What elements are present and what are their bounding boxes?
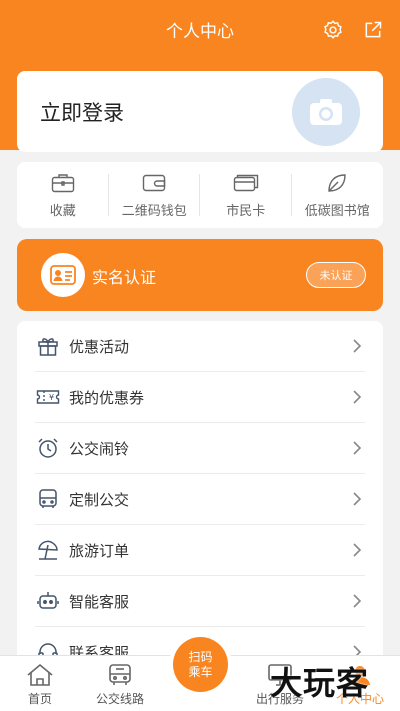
avatar[interactable] xyxy=(292,78,360,146)
tab-home[interactable]: 首页 xyxy=(0,656,80,711)
quick-actions: 收藏 二维码钱包 市民卡 低碳图书馆 xyxy=(17,162,383,228)
menu-list: 优惠活动 ¥ 我的优惠券 公交闹铃 定制公交 旅游订单 智能客服 联系客服 xyxy=(17,321,383,661)
leaf-icon xyxy=(324,172,350,194)
robot-icon xyxy=(35,588,61,614)
scan-to-ride-button[interactable]: 扫码 乘车 xyxy=(169,633,232,696)
gear-icon[interactable] xyxy=(319,16,347,44)
verification-status-button[interactable]: 未认证 xyxy=(306,262,366,288)
watermark: 大玩客 xyxy=(270,664,370,702)
card-icon xyxy=(233,172,259,194)
menu-item-label: 旅游订单 xyxy=(69,541,130,560)
bus-icon xyxy=(35,486,61,512)
camera-icon xyxy=(310,99,342,125)
menu-item-label: 优惠活动 xyxy=(69,337,130,356)
menu-item-my-coupons[interactable]: ¥ 我的优惠券 xyxy=(17,372,383,423)
tab-label: 公交线路 xyxy=(95,692,144,706)
menu-item-label: 定制公交 xyxy=(69,490,130,509)
login-card[interactable]: 立即登录 xyxy=(17,71,383,152)
quick-item-favorites[interactable]: 收藏 xyxy=(17,162,109,228)
quick-item-low-carbon-library[interactable]: 低碳图书馆 xyxy=(292,162,384,228)
verification-title: 实名认证 xyxy=(92,268,157,287)
external-link-icon[interactable] xyxy=(359,16,387,44)
chevron-right-icon xyxy=(353,593,365,609)
menu-item-smart-service[interactable]: 智能客服 xyxy=(17,576,383,627)
real-name-verification-banner[interactable]: 实名认证 未认证 xyxy=(17,239,383,311)
tab-label: 首页 xyxy=(27,692,52,706)
scan-label-line2: 乘车 xyxy=(188,664,213,679)
chevron-right-icon xyxy=(353,542,365,558)
chevron-right-icon xyxy=(353,389,365,405)
menu-item-bus-alarm[interactable]: 公交闹铃 xyxy=(17,423,383,474)
menu-item-label: 智能客服 xyxy=(69,592,130,611)
quick-item-label: 市民卡 xyxy=(226,203,266,219)
tab-bus-lines[interactable]: 公交线路 xyxy=(80,656,160,711)
quick-item-label: 二维码钱包 xyxy=(121,203,187,219)
chevron-right-icon xyxy=(353,440,365,456)
chevron-right-icon xyxy=(353,491,365,507)
menu-item-custom-bus[interactable]: 定制公交 xyxy=(17,474,383,525)
beach-umbrella-icon xyxy=(35,537,61,563)
scan-label-line1: 扫码 xyxy=(188,649,213,664)
quick-item-citizen-card[interactable]: 市民卡 xyxy=(200,162,292,228)
login-text[interactable]: 立即登录 xyxy=(40,97,124,127)
gift-icon xyxy=(35,333,61,359)
home-icon xyxy=(26,662,54,688)
scan-button-face: 扫码 乘车 xyxy=(173,637,228,692)
quick-item-label: 收藏 xyxy=(49,203,76,219)
coupon-icon: ¥ xyxy=(35,384,61,410)
menu-item-label: 我的优惠券 xyxy=(69,388,145,407)
menu-item-promotions[interactable]: 优惠活动 xyxy=(17,321,383,372)
quick-item-qr-wallet[interactable]: 二维码钱包 xyxy=(109,162,201,228)
briefcase-icon xyxy=(50,172,76,194)
alarm-clock-icon xyxy=(35,435,61,461)
id-card-icon xyxy=(41,253,85,297)
chevron-right-icon xyxy=(353,338,365,354)
wallet-icon xyxy=(141,172,167,194)
menu-item-label: 公交闹铃 xyxy=(69,439,130,458)
svg-text:¥: ¥ xyxy=(49,393,54,402)
quick-item-label: 低碳图书馆 xyxy=(304,203,370,219)
menu-item-travel-orders[interactable]: 旅游订单 xyxy=(17,525,383,576)
bus-icon xyxy=(107,662,133,688)
